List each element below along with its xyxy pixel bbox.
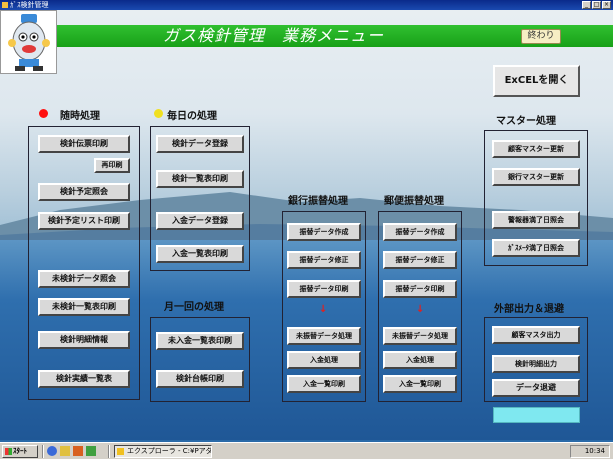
bank-master-update-button[interactable]: 銀行マスター更新: [492, 168, 580, 186]
exit-button[interactable]: 終わり: [521, 29, 561, 44]
payment-data-entry-button[interactable]: 入金データ登録: [156, 212, 244, 230]
task-label: エクスプローラ - C:¥Pアダス...: [127, 447, 212, 455]
bank-transfer-data-edit-button[interactable]: 振替データ修正: [287, 251, 361, 269]
quicklaunch-icon[interactable]: [86, 446, 96, 456]
inspection-slip-print-button[interactable]: 検針伝票印刷: [38, 135, 130, 153]
adhoc-red-dot: [39, 109, 48, 118]
bank-transfer-section-title: 銀行振替処理: [288, 196, 348, 207]
bank-transfer-data-create-button[interactable]: 振替データ作成: [287, 223, 361, 241]
windows-flag-icon: [5, 448, 12, 455]
postal-untransferred-data-button[interactable]: 未振替データ処理: [383, 327, 457, 345]
postal-transfer-data-edit-button[interactable]: 振替データ修正: [383, 251, 457, 269]
postal-flow-arrow-icon: ↓: [416, 304, 425, 315]
customer-master-update-button[interactable]: 顧客マスター更新: [492, 140, 580, 158]
menu-banner: ガス検針管理 業務メニュー 終わり: [57, 25, 613, 47]
postal-payment-process-button[interactable]: 入金処理: [383, 351, 457, 369]
bank-payment-process-button[interactable]: 入金処理: [287, 351, 361, 369]
reprint-button[interactable]: 再印刷: [94, 158, 130, 173]
bank-payment-list-print-button[interactable]: 入金一覧印刷: [287, 375, 361, 393]
app-icon: [2, 2, 8, 8]
customer-master-export-button[interactable]: 顧客マスタ出力: [492, 326, 580, 344]
ie-icon[interactable]: [47, 446, 57, 456]
bank-untransferred-data-button[interactable]: 未振替データ処理: [287, 327, 361, 345]
inspection-data-entry-button[interactable]: 検針データ登録: [156, 135, 244, 153]
monthly-section-title: 月一回の処理: [164, 302, 224, 313]
postal-transfer-data-print-button[interactable]: 振替データ印刷: [383, 280, 457, 298]
postal-transfer-data-create-button[interactable]: 振替データ作成: [383, 223, 457, 241]
payment-list-print-button[interactable]: 入金一覧表印刷: [156, 245, 244, 263]
open-excel-button[interactable]: ExCELを開く: [493, 65, 580, 97]
inspection-results-list-button[interactable]: 検針実績一覧表: [38, 370, 130, 388]
uninspected-list-print-button[interactable]: 未検針一覧表印刷: [38, 298, 130, 316]
media-icon[interactable]: [73, 446, 83, 456]
start-label: ｽﾀｰﾄ: [13, 447, 27, 455]
folder-icon[interactable]: [60, 446, 70, 456]
mascot-logo: [0, 10, 57, 74]
system-clock: 10:34: [570, 445, 610, 458]
taskbar-explorer-item[interactable]: エクスプローラ - C:¥Pアダス...: [114, 445, 212, 458]
inspection-detail-export-button[interactable]: 検針明細出力: [492, 355, 580, 373]
inspection-ledger-print-button[interactable]: 検針台帳印刷: [156, 370, 244, 388]
gas-meter-expiry-inquiry-button[interactable]: ｶﾞｽﾒｰﾀ満了日照会: [492, 239, 580, 257]
daily-yellow-dot: [154, 109, 163, 118]
bank-transfer-data-print-button[interactable]: 振替データ印刷: [287, 280, 361, 298]
maximize-button[interactable]: □: [592, 1, 601, 9]
postal-transfer-section-title: 郵便振替処理: [384, 196, 444, 207]
taskbar-separator: [42, 445, 44, 458]
page-title: ガス検針管理 業務メニュー: [163, 26, 385, 45]
alarm-expiry-inquiry-button[interactable]: 警報器満了日照会: [492, 211, 580, 229]
monthly-panel: [150, 317, 250, 402]
minimize-button[interactable]: _: [582, 1, 591, 9]
window-title-bar: ｶﾞｽ検針管理 _ □ ×: [0, 0, 613, 10]
data-backup-button[interactable]: データ退避: [492, 379, 580, 397]
external-section-title: 外部出力＆退避: [494, 304, 564, 315]
explorer-icon: [117, 448, 124, 455]
status-indicator-box: [493, 407, 580, 423]
taskbar: ｽﾀｰﾄ エクスプローラ - C:¥Pアダス... 10:34: [0, 442, 613, 459]
adhoc-section-title: 随時処理: [60, 111, 100, 122]
daily-section-title: 毎日の処理: [167, 111, 217, 122]
master-section-title: マスター処理: [496, 116, 556, 127]
close-button[interactable]: ×: [602, 1, 611, 9]
inspection-schedule-inquiry-button[interactable]: 検針予定照会: [38, 183, 130, 201]
start-button[interactable]: ｽﾀｰﾄ: [2, 445, 38, 458]
window-title: ｶﾞｽ検針管理: [10, 1, 49, 9]
postal-payment-list-print-button[interactable]: 入金一覧印刷: [383, 375, 457, 393]
clock-time: 10:34: [584, 447, 605, 455]
inspection-detail-info-button[interactable]: 検針明細情報: [38, 331, 130, 349]
inspection-list-print-button[interactable]: 検針一覧表印刷: [156, 170, 244, 188]
taskbar-separator: [108, 445, 110, 458]
bank-flow-arrow-icon: ↓: [319, 304, 328, 315]
unpaid-list-print-button[interactable]: 未入金一覧表印刷: [156, 332, 244, 350]
inspection-schedule-list-print-button[interactable]: 検針予定リスト印刷: [38, 212, 130, 230]
uninspected-data-inquiry-button[interactable]: 未検針データ照会: [38, 270, 130, 288]
